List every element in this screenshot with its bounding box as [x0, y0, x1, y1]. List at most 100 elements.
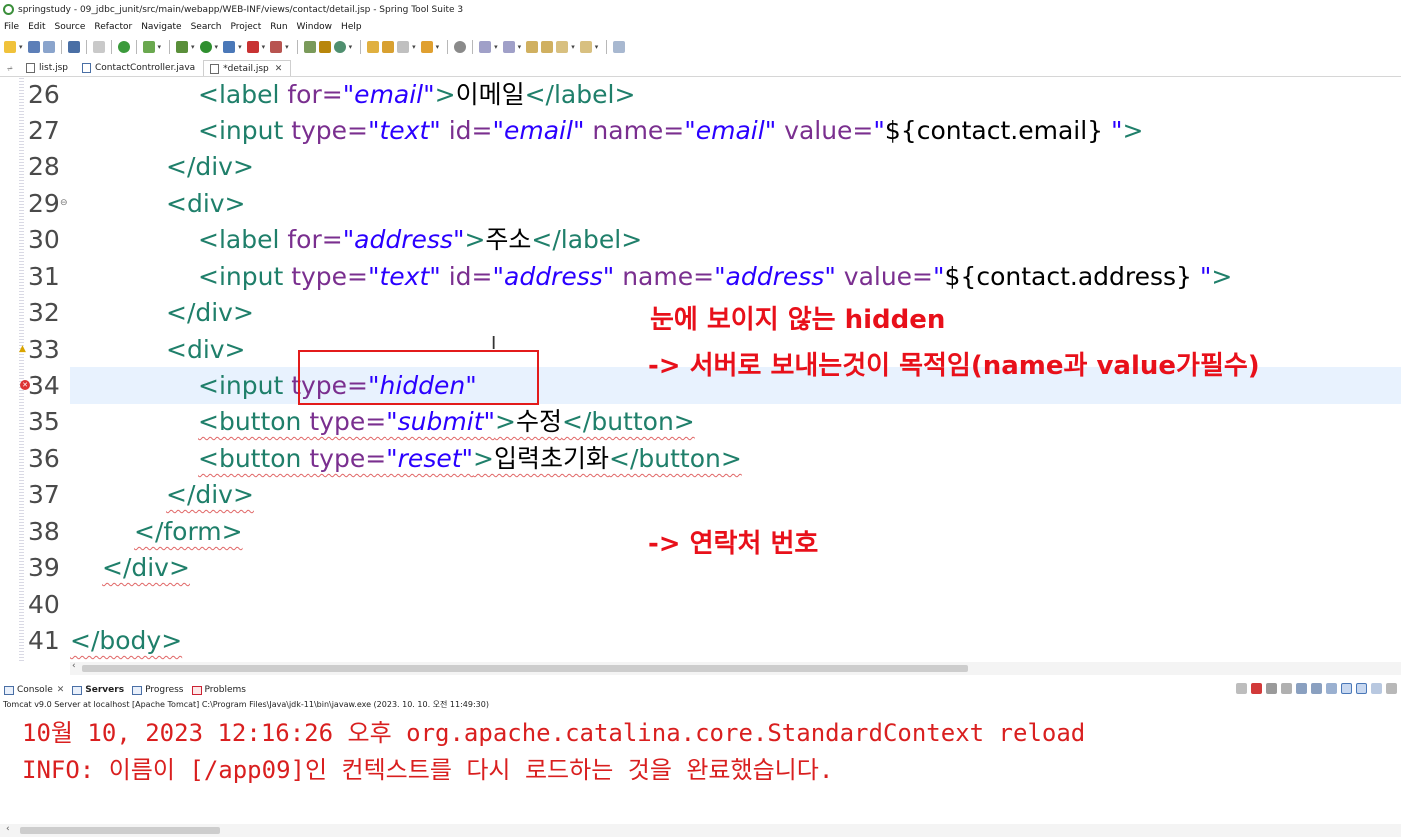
annotation-contact-number: -> 연락처 번호	[648, 529, 819, 559]
open-perspective-icon[interactable]	[613, 41, 626, 53]
code-content: </div>	[102, 553, 190, 582]
scroll-left-icon[interactable]: ‹	[6, 824, 10, 834]
tab-problems[interactable]: Problems	[191, 685, 246, 695]
chevron-down-icon[interactable]: ▾	[349, 43, 353, 51]
line-number: 32	[28, 298, 60, 327]
menu-search[interactable]: Search	[191, 22, 222, 32]
tab-console[interactable]: Console ✕	[4, 685, 64, 695]
tab-label: Problems	[204, 685, 246, 695]
code-line: 26 <label for="email">이메일</label>	[0, 77, 1401, 114]
skip-breakpoints-icon[interactable]	[92, 41, 105, 53]
console-horizontal-scrollbar[interactable]: ‹	[0, 824, 1401, 837]
line-number: 39	[28, 553, 60, 582]
menu-source[interactable]: Source	[55, 22, 86, 32]
editor-horizontal-scrollbar[interactable]: ‹	[70, 661, 1401, 675]
previous-annotation-icon[interactable]	[502, 41, 515, 53]
chevron-down-icon[interactable]: ▾	[262, 43, 266, 51]
word-wrap-icon[interactable]	[1326, 683, 1337, 694]
folder-icon[interactable]	[420, 41, 433, 53]
chevron-down-icon[interactable]: ▾	[285, 43, 289, 51]
new-project-icon[interactable]	[333, 41, 346, 53]
new-package-icon[interactable]	[303, 41, 316, 53]
last-edit-icon[interactable]	[526, 41, 539, 53]
menu-window[interactable]: Window	[297, 22, 333, 32]
close-icon[interactable]: ✕	[57, 685, 65, 695]
line-number: 35	[28, 407, 60, 436]
new-class-icon[interactable]	[318, 41, 331, 53]
open-console-icon[interactable]	[1371, 683, 1382, 694]
chevron-down-icon[interactable]: ▾	[238, 43, 242, 51]
chevron-down-icon[interactable]: ▾	[158, 43, 162, 51]
chevron-down-icon[interactable]: ▾	[518, 43, 522, 51]
toolbar-separator	[60, 40, 62, 54]
next-annotation-icon[interactable]	[479, 41, 492, 53]
arrow-left-icon[interactable]	[556, 41, 569, 53]
console-toolbar	[1236, 683, 1397, 694]
menu-file[interactable]: File	[4, 22, 19, 32]
code-content: </div>	[166, 480, 254, 509]
scrollbar-thumb[interactable]	[82, 665, 968, 672]
remove-all-icon[interactable]	[1281, 683, 1292, 694]
spring-boot-icon[interactable]	[117, 41, 130, 53]
arrow-right-icon[interactable]	[579, 41, 592, 53]
toolbar-separator	[110, 40, 112, 54]
stop-icon[interactable]	[246, 41, 259, 53]
tab-servers[interactable]: Servers	[72, 685, 124, 695]
menu-run[interactable]: Run	[270, 22, 287, 32]
console-icon	[4, 685, 14, 695]
code-content: <button type="reset">입력초기화</button>	[198, 444, 742, 473]
tab-label: *detail.jsp	[223, 63, 269, 74]
code-content: <div>	[166, 189, 246, 218]
toolbar-separator	[447, 40, 449, 54]
open-resource-icon[interactable]	[382, 41, 395, 53]
chevron-down-icon[interactable]: ▾	[19, 43, 23, 51]
deploy-icon[interactable]	[270, 41, 283, 53]
open-type-icon[interactable]	[367, 41, 380, 53]
menu-refactor[interactable]: Refactor	[94, 22, 132, 32]
clear-console-icon[interactable]	[1296, 683, 1307, 694]
warning-marker-icon[interactable]: ▲	[19, 344, 26, 354]
menu-project[interactable]: Project	[230, 22, 261, 32]
show-stdout-icon[interactable]	[1341, 683, 1352, 694]
tab-contact-controller-java[interactable]: ContactController.java	[76, 60, 203, 76]
search-icon[interactable]	[454, 41, 467, 53]
chevron-down-icon[interactable]: ▾	[215, 43, 219, 51]
fold-icon[interactable]: ⊖	[60, 198, 68, 208]
tab-detail-jsp[interactable]: *detail.jsp ✕	[203, 60, 292, 76]
run-icon[interactable]	[199, 41, 212, 53]
code-editor[interactable]: 26 <label for="email">이메일</label> 27 <in…	[0, 77, 1401, 661]
chevron-down-icon[interactable]: ▾	[595, 43, 599, 51]
pin-icon[interactable]	[1236, 683, 1247, 694]
menu-edit[interactable]: Edit	[28, 22, 45, 32]
chevron-down-icon[interactable]: ▾	[571, 43, 575, 51]
line-number: 28	[28, 152, 60, 181]
console-icon[interactable]	[67, 41, 80, 53]
line-number: 40	[28, 590, 60, 619]
save-icon[interactable]	[27, 41, 40, 53]
scroll-lock-icon[interactable]	[1311, 683, 1322, 694]
view-menu-icon[interactable]	[1386, 683, 1397, 694]
scrollbar-thumb[interactable]	[20, 827, 220, 834]
refresh-icon[interactable]	[142, 41, 155, 53]
chevron-down-icon[interactable]: ▾	[494, 43, 498, 51]
show-stderr-icon[interactable]	[1356, 683, 1367, 694]
chevron-down-icon[interactable]: ▾	[436, 43, 440, 51]
close-icon[interactable]: ✕	[275, 64, 283, 74]
debug-icon[interactable]	[176, 41, 189, 53]
new-file-icon[interactable]	[4, 41, 16, 53]
chevron-down-icon[interactable]: ▾	[191, 43, 195, 51]
minimize-icon[interactable]: ⩫	[0, 64, 20, 76]
tab-progress[interactable]: Progress	[132, 685, 184, 695]
terminate-icon[interactable]	[1251, 683, 1262, 694]
menu-help[interactable]: Help	[341, 22, 362, 32]
save-all-icon[interactable]	[42, 41, 55, 53]
pencil-icon[interactable]	[397, 41, 410, 53]
menu-navigate[interactable]: Navigate	[141, 22, 181, 32]
scroll-left-icon[interactable]: ‹	[72, 661, 76, 671]
console-output-line: INFO: 이름이 [/app09]인 컨텍스트를 다시 로드하는 것을 완료했…	[22, 756, 834, 784]
back-icon[interactable]	[541, 41, 554, 53]
external-tools-icon[interactable]	[223, 41, 236, 53]
chevron-down-icon[interactable]: ▾	[412, 43, 416, 51]
remove-launch-icon[interactable]	[1266, 683, 1277, 694]
tab-list-jsp[interactable]: list.jsp	[20, 60, 76, 76]
